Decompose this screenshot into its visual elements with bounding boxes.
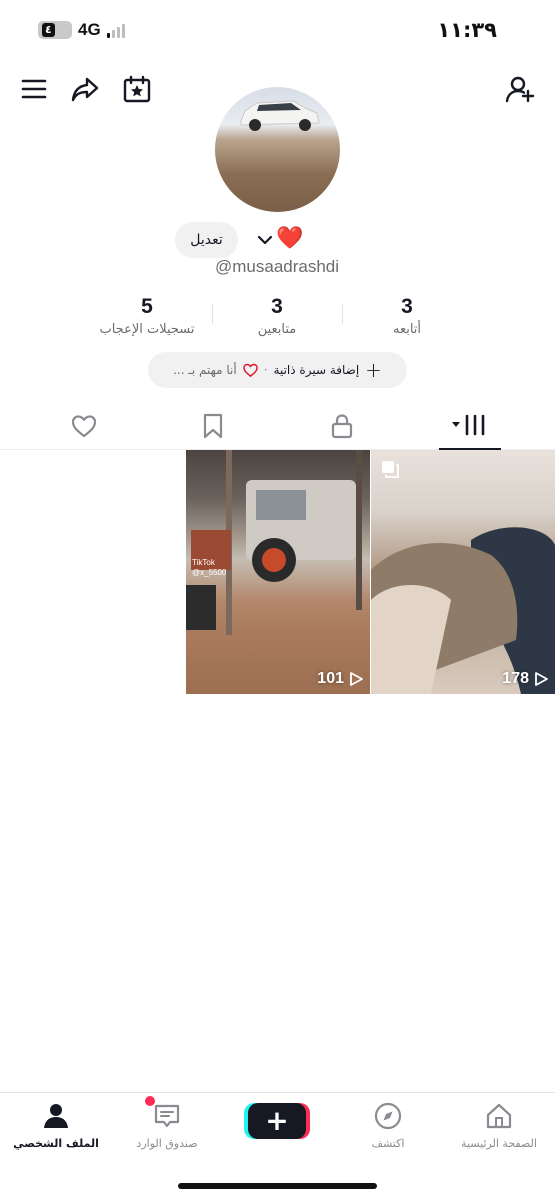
avatar[interactable] [215,87,340,212]
status-indicators: ٤ 4G [38,20,125,40]
compass-icon [374,1102,402,1130]
nav-discover[interactable]: اكتشف [338,1101,438,1150]
tab-private[interactable] [296,402,388,450]
video-thumbnail[interactable]: 178 [371,450,555,694]
multi-photo-icon [382,461,399,478]
video-thumbnail[interactable]: TikTok @x_5500 101 [186,450,370,694]
heart-icon [71,415,97,438]
home-icon [486,1103,512,1129]
nav-profile-label: الملف الشخصي [13,1137,99,1150]
battery-level: ٤ [42,23,55,37]
username: @musaadrashdi [215,257,340,276]
edit-profile-button[interactable]: تعديل [175,222,238,258]
interests-label: أنا مهتم بـ ... [173,363,237,377]
view-count-value: 101 [317,670,344,687]
stat-likes[interactable]: 5 تسجيلات الإعجاب [82,294,212,337]
nav-home[interactable]: الصفحة الرئيسية [449,1101,549,1150]
nav-profile[interactable]: الملف الشخصي [6,1101,106,1150]
status-bar: ٤ 4G ١١:٣٩ [0,0,555,62]
chevron-down-icon[interactable] [257,232,273,248]
inbox-icon [154,1104,180,1128]
nav-home-label: الصفحة الرئيسية [461,1137,537,1150]
stat-following[interactable]: 3 أتابعه [342,294,472,337]
grid-dropdown-icon [452,414,485,436]
stat-followers[interactable]: 3 متابعين [212,294,342,337]
home-indicator[interactable] [178,1183,377,1189]
tab-liked[interactable] [38,402,130,450]
play-icon [350,672,363,686]
add-friend-icon[interactable] [503,72,537,106]
signal-icon [106,22,125,38]
avatar-car-image [240,100,320,131]
create-button[interactable]: + [248,1103,306,1139]
add-bio-button[interactable]: + إضافة سيرة ذاتية · أنا مهتم بـ ... [148,352,407,388]
nav-discover-label: اكتشف [371,1137,405,1150]
play-icon [535,672,548,686]
video-thumbnail-image [371,527,555,694]
view-count: 101 [317,670,364,688]
bookmark-icon [203,413,223,439]
menu-icon[interactable] [17,72,51,106]
tab-videos[interactable] [439,402,501,450]
share-icon[interactable] [68,72,102,106]
tab-favorites[interactable] [167,402,259,450]
following-count: 3 [401,295,413,318]
likes-count: 5 [141,295,153,318]
plus-icon: + [365,358,382,382]
clock: ١١:٣٩ [437,18,497,42]
profile-name[interactable]: ❤️ [276,226,303,252]
inbox-notification-dot [145,1096,155,1106]
profile-tabs [0,402,555,450]
followers-count: 3 [271,295,283,318]
following-label: أتابعه [392,322,422,337]
calendar-star-icon[interactable] [120,72,154,106]
profile-icon [44,1104,68,1128]
battery-icon: ٤ [38,21,72,39]
followers-label: متابعين [257,322,297,337]
heart-outline-icon [242,363,258,377]
lock-icon [331,414,353,439]
view-count-value: 178 [502,670,529,687]
network-type: 4G [78,20,101,39]
tiktok-watermark: TikTok @x_5500 [192,558,227,577]
likes-label: تسجيلات الإعجاب [99,322,195,337]
view-count: 178 [502,670,549,688]
nav-inbox-label: صندوق الوارد [136,1137,198,1150]
add-bio-label: إضافة سيرة ذاتية [273,363,360,377]
nav-inbox[interactable]: صندوق الوارد [117,1101,217,1150]
bio-separator: · [263,363,268,377]
